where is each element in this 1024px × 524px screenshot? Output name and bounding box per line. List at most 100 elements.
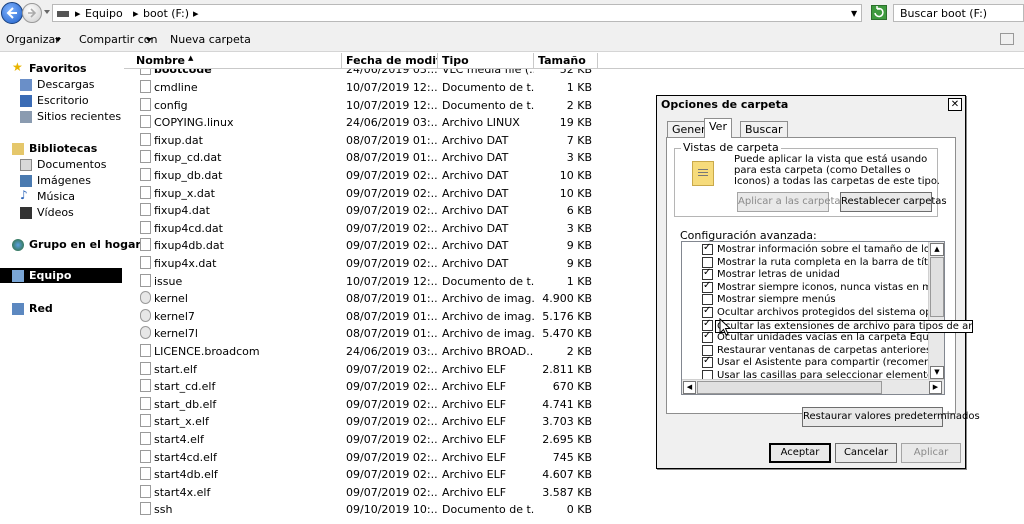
tab-ver[interactable]: Ver — [704, 118, 732, 138]
checkbox-checked[interactable] — [702, 356, 713, 369]
file-name: start4.elf — [154, 433, 204, 446]
search-input[interactable]: Buscar boot (F:) — [893, 4, 1024, 22]
list-item[interactable]: fixup4db.dat 09/07/2019 02:... Archivo DAT… — [124, 236, 644, 253]
nav-desktop[interactable]: Escritorio — [20, 93, 130, 109]
nav-favorites[interactable]: ★ Favoritos — [12, 60, 122, 77]
list-item[interactable]: cmdline 10/07/2019 12:... Documento de t..… — [124, 78, 644, 95]
option-row[interactable]: Usar el Asistente para compartir (recome… — [682, 356, 930, 369]
list-item[interactable]: start.elf 09/07/2019 02:... Archivo ELF 2.8… — [124, 360, 644, 377]
checkbox-checked[interactable] — [702, 331, 713, 344]
horizontal-scrollbar[interactable]: ◀ ▶ — [682, 379, 944, 394]
column-header-size[interactable]: Tamaño — [534, 53, 598, 69]
option-label: Ocultar archivos protegidos del sistema … — [717, 307, 930, 318]
file-size: 7 KB — [566, 133, 592, 147]
list-item[interactable]: fixup4x.dat 09/07/2019 02:... Archivo DAT 9… — [124, 254, 644, 271]
list-item[interactable]: config 10/07/2019 12:... Documento de t...… — [124, 96, 644, 113]
list-item[interactable]: kernel7l 08/07/2019 01:... Archivo de imag… — [124, 324, 644, 341]
checkbox-checked[interactable] — [702, 281, 713, 293]
file-date: 09/07/2019 02:... — [346, 362, 438, 376]
view-options-icon[interactable] — [1000, 33, 1014, 45]
file-icon — [140, 115, 151, 129]
checkbox-checked[interactable] — [702, 243, 713, 255]
column-header-date[interactable]: Fecha de modific... — [342, 53, 438, 69]
file-date: 09/07/2019 02:... — [346, 433, 438, 446]
breadcrumb-boot[interactable]: boot (F:) — [143, 7, 189, 20]
option-row[interactable]: Mostrar siempre iconos, nunca vistas en … — [682, 281, 930, 294]
checkbox-unchecked[interactable] — [702, 344, 713, 356]
nav-videos[interactable]: Vídeos — [20, 205, 130, 221]
list-item[interactable]: start_cd.elf 09/07/2019 02:... Archivo ELF… — [124, 377, 644, 394]
list-item[interactable]: fixup_cd.dat 08/07/2019 01:... Archivo DAT… — [124, 148, 644, 165]
new-folder-button[interactable]: Nueva carpeta — [170, 33, 251, 46]
nav-downloads[interactable]: Descargas — [20, 77, 130, 93]
nav-libraries[interactable]: Bibliotecas — [12, 141, 122, 157]
breadcrumb-separator-icon[interactable]: ▸ — [133, 7, 139, 20]
option-row[interactable]: Restaurar ventanas de carpetas anteriore… — [682, 344, 930, 357]
checkbox-unchecked[interactable] — [702, 256, 713, 268]
forward-button[interactable] — [22, 3, 42, 23]
list-item[interactable]: ssh 09/10/2019 10:... Documento de t... 0 K… — [124, 500, 644, 517]
nav-music[interactable]: ♪ Música — [20, 188, 130, 205]
checkbox-checked[interactable] — [702, 268, 713, 281]
file-name: start4cd.elf — [154, 450, 217, 464]
list-item[interactable]: fixup_x.dat 09/07/2019 02:... Archivo DAT 1… — [124, 184, 644, 201]
address-dropdown-icon[interactable]: ▼ — [851, 9, 857, 18]
list-item[interactable]: kernel7 08/07/2019 01:... Archivo de imag.… — [124, 307, 644, 324]
list-item[interactable]: fixup4cd.dat 09/07/2019 02:... Archivo DAT… — [124, 219, 644, 236]
apply-to-folders-button[interactable]: Aplicar a las carpetas — [737, 192, 846, 212]
checkbox-checked[interactable] — [702, 306, 713, 318]
list-item[interactable]: kernel 08/07/2019 01:... Archivo de imag..… — [124, 289, 644, 306]
option-row[interactable]: Mostrar información sobre el tamaño de l… — [682, 243, 930, 256]
refresh-button[interactable] — [871, 5, 887, 20]
list-item[interactable]: start4db.elf 09/07/2019 02:... Archivo ELF… — [124, 465, 644, 482]
recent-pages-chevron-icon[interactable] — [44, 10, 50, 14]
file-icon — [140, 132, 151, 146]
nav-recent[interactable]: Sitios recientes — [20, 109, 130, 125]
back-button[interactable] — [1, 2, 23, 24]
list-item[interactable]: fixup_db.dat 09/07/2019 02:... Archivo DAT… — [124, 166, 644, 183]
file-size: 9 KB — [566, 239, 592, 253]
vertical-scrollbar[interactable]: ▲ ▼ — [928, 242, 944, 380]
list-item[interactable]: issue 10/07/2019 12:... Documento de t... 1… — [124, 272, 644, 289]
scroll-thumb[interactable] — [930, 257, 944, 317]
reset-folders-button[interactable]: Restablecer carpetas — [840, 192, 947, 212]
breadcrumb-separator-icon[interactable]: ▸ — [75, 7, 81, 20]
nav-documents[interactable]: Documentos — [20, 157, 130, 173]
list-item[interactable]: start4.elf 09/07/2019 02:... Archivo ELF 2.… — [124, 430, 644, 447]
list-item[interactable]: LICENCE.broadcom 24/06/2019 03:... Archivo… — [124, 342, 644, 359]
list-item[interactable]: start_x.elf 09/07/2019 02:... Archivo ELF 3… — [124, 412, 644, 429]
scroll-up-icon[interactable]: ▲ — [930, 243, 944, 256]
scroll-down-icon[interactable]: ▼ — [930, 366, 944, 379]
ok-button[interactable]: Aceptar — [769, 443, 831, 463]
breadcrumb-separator-icon[interactable]: ▸ — [193, 7, 199, 20]
scroll-left-icon[interactable]: ◀ — [683, 381, 696, 394]
list-item[interactable]: fixup4.dat 09/07/2019 02:... Archivo DAT 6 … — [124, 201, 644, 218]
column-header-type[interactable]: Tipo — [438, 53, 534, 69]
list-item[interactable]: fixup.dat 08/07/2019 01:... Archivo DAT 7 K… — [124, 131, 644, 148]
nav-network[interactable]: Red — [12, 301, 122, 317]
option-row[interactable]: Mostrar letras de unidad — [682, 268, 930, 281]
apply-button[interactable]: Aplicar — [901, 443, 961, 463]
column-header-name[interactable]: Nombre ▲ — [124, 53, 342, 69]
cancel-button[interactable]: Cancelar — [835, 443, 897, 463]
scroll-right-icon[interactable]: ▶ — [929, 381, 942, 394]
list-item[interactable]: bootcode 24/06/2019 03:... VLC media fil… — [124, 69, 644, 77]
list-item[interactable]: COPYING.linux 24/06/2019 03:... Archivo LI… — [124, 113, 644, 130]
breadcrumb-equipo[interactable]: Equipo — [85, 7, 123, 20]
nav-computer[interactable]: Equipo — [0, 268, 122, 283]
option-row[interactable]: Mostrar la ruta completa en la barra de … — [682, 256, 930, 269]
nav-homegroup[interactable]: Grupo en el hogar — [12, 237, 141, 253]
close-icon[interactable]: ✕ — [948, 98, 962, 111]
checkbox-unchecked[interactable] — [702, 294, 713, 306]
checkbox-checked[interactable] — [702, 319, 713, 331]
restore-defaults-button[interactable]: Restaurar valores predeterminados — [802, 407, 980, 427]
list-item[interactable]: start_db.elf 09/07/2019 02:... Archivo ELF… — [124, 395, 644, 412]
scroll-thumb[interactable] — [697, 381, 882, 394]
tab-buscar[interactable]: Buscar — [740, 121, 788, 137]
nav-images[interactable]: Imágenes — [20, 173, 130, 189]
list-item[interactable]: start4cd.elf 09/07/2019 02:... Archivo ELF… — [124, 448, 644, 465]
list-item[interactable]: start4x.elf 09/07/2019 02:... Archivo ELF 3… — [124, 483, 644, 500]
organize-button[interactable]: Organizar — [6, 33, 60, 46]
option-row[interactable]: Mostrar siempre menús — [682, 293, 930, 306]
address-input[interactable]: ▸ Equipo ▸ boot (F:) ▸ ▼ — [52, 4, 862, 22]
